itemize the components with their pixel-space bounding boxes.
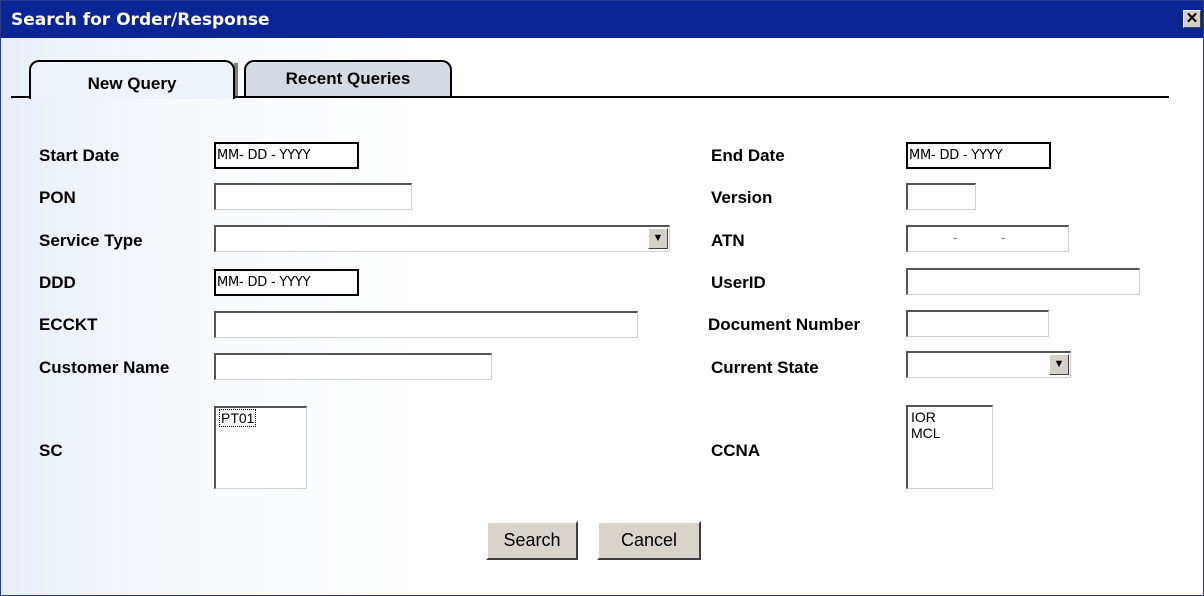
version-input[interactable] bbox=[906, 183, 976, 210]
tab-new-query[interactable]: New Query bbox=[29, 60, 235, 99]
sc-listbox[interactable]: PT01 bbox=[214, 406, 307, 489]
current-state-label: Current State bbox=[711, 358, 819, 377]
service-type-label: Service Type bbox=[39, 231, 143, 250]
cancel-button[interactable]: Cancel bbox=[597, 521, 701, 560]
start-date-label: Start Date bbox=[39, 146, 120, 165]
atn-separator: - bbox=[953, 229, 958, 245]
list-item[interactable]: PT01 bbox=[219, 409, 303, 427]
tab-recent-queries-label: Recent Queries bbox=[285, 69, 411, 88]
sc-label: SC bbox=[39, 441, 63, 460]
search-button[interactable]: Search bbox=[486, 521, 578, 560]
ecckt-input[interactable] bbox=[214, 311, 638, 338]
atn-label: ATN bbox=[711, 231, 745, 250]
end-date-label: End Date bbox=[711, 146, 785, 165]
document-number-label: Document Number bbox=[708, 315, 861, 334]
ddd-label: DDD bbox=[39, 273, 76, 292]
customer-name-input[interactable] bbox=[214, 353, 492, 380]
title-bar[interactable]: Search for Order/Response ✕ bbox=[1, 1, 1203, 38]
chevron-down-icon[interactable]: ▼ bbox=[1049, 354, 1069, 375]
chevron-down-icon[interactable]: ▼ bbox=[648, 228, 668, 249]
atn-input[interactable]: - - bbox=[906, 225, 1069, 252]
dialog-title: Search for Order/Response bbox=[11, 10, 270, 30]
ecckt-label: ECCKT bbox=[39, 315, 98, 334]
start-date-input[interactable]: MM- DD - YYYY bbox=[214, 142, 359, 169]
document-number-input[interactable] bbox=[906, 310, 1049, 337]
ddd-input[interactable]: MM- DD - YYYY bbox=[214, 269, 359, 296]
service-type-select[interactable]: ▼ bbox=[214, 225, 670, 252]
tab-recent-queries[interactable]: Recent Queries bbox=[244, 60, 452, 97]
ccna-label: CCNA bbox=[711, 441, 761, 460]
userid-label: UserID bbox=[711, 273, 766, 292]
sc-option-pt01[interactable]: PT01 bbox=[219, 409, 257, 427]
atn-separator: - bbox=[1001, 229, 1006, 245]
close-button[interactable]: ✕ bbox=[1183, 10, 1201, 28]
version-label: Version bbox=[711, 188, 773, 207]
ccna-listbox[interactable]: IOR MCL bbox=[906, 405, 993, 489]
search-dialog: Search for Order/Response ✕ New Query Re… bbox=[0, 0, 1204, 596]
pon-label: PON bbox=[39, 188, 76, 207]
end-date-input[interactable]: MM- DD - YYYY bbox=[906, 142, 1051, 169]
list-item[interactable]: MCL bbox=[911, 425, 989, 441]
pon-input[interactable] bbox=[214, 183, 412, 210]
userid-input[interactable] bbox=[906, 268, 1140, 295]
list-item[interactable]: IOR bbox=[911, 409, 989, 425]
tab-new-query-label: New Query bbox=[87, 74, 177, 93]
customer-name-label: Customer Name bbox=[39, 358, 170, 377]
current-state-select[interactable]: ▼ bbox=[906, 351, 1071, 378]
close-icon: ✕ bbox=[1185, 10, 1199, 27]
